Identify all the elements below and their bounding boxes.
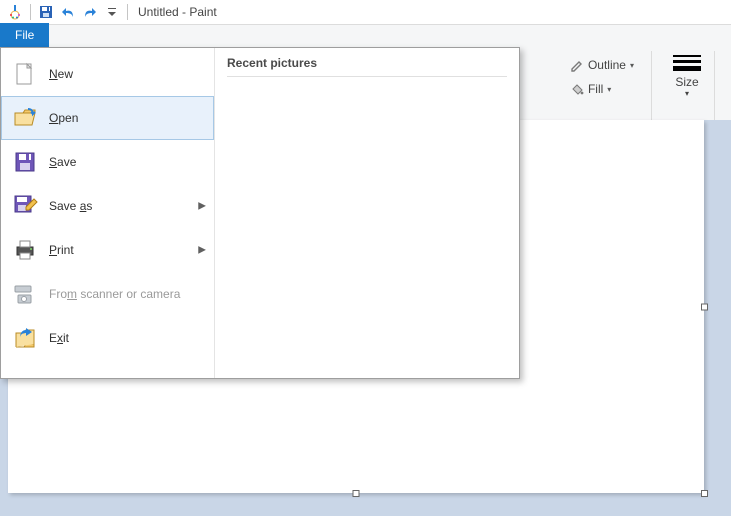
- outline-label: Outline: [588, 58, 626, 72]
- shape-style-group: Outline ▾ Fill ▾: [559, 51, 645, 103]
- ribbon-tab-strip: File: [0, 25, 731, 47]
- scanner-camera-icon: [11, 280, 39, 308]
- size-button[interactable]: Size ▾: [666, 51, 708, 98]
- pencil-outline-icon: [570, 58, 584, 72]
- qat-save-button[interactable]: [38, 4, 54, 20]
- resize-handle-east[interactable]: [701, 303, 708, 310]
- chevron-down-icon: ▾: [685, 89, 689, 98]
- open-folder-icon: [11, 104, 39, 132]
- ribbon-group-divider: [714, 51, 715, 121]
- menu-item-label: Print: [49, 243, 74, 257]
- new-file-icon: [11, 60, 39, 88]
- menu-item-exit[interactable]: Exit: [1, 316, 214, 360]
- resize-handle-southeast[interactable]: [701, 490, 708, 497]
- chevron-down-icon: ▾: [630, 61, 634, 70]
- ribbon-group-divider: [651, 51, 652, 121]
- exit-icon: [11, 324, 39, 352]
- qat-separator: [30, 4, 31, 20]
- outline-button[interactable]: Outline ▾: [565, 55, 639, 75]
- fill-label: Fill: [588, 82, 603, 96]
- menu-item-label: From scanner or camera: [49, 287, 180, 301]
- paint-window: Untitled - Paint File Outline ▾: [0, 0, 731, 516]
- window-title: Untitled - Paint: [138, 0, 217, 24]
- app-icon: [7, 4, 23, 20]
- title-separator: [127, 4, 128, 20]
- menu-item-open[interactable]: Open: [1, 96, 214, 140]
- qat-customize-button[interactable]: [104, 4, 120, 20]
- menu-item-label: Open: [49, 111, 78, 125]
- menu-item-label: Exit: [49, 331, 69, 345]
- fill-button[interactable]: Fill ▾: [565, 79, 639, 99]
- file-menu: New Open Save Save as ▶: [0, 47, 520, 379]
- submenu-arrow-icon: ▶: [198, 201, 206, 212]
- recent-pictures-header: Recent pictures: [227, 56, 507, 77]
- file-tab[interactable]: File: [0, 23, 49, 47]
- save-as-icon: [11, 192, 39, 220]
- menu-item-label: Save: [49, 155, 76, 169]
- bucket-fill-icon: [570, 82, 584, 96]
- qat-undo-button[interactable]: [60, 4, 76, 20]
- chevron-down-icon: ▾: [607, 85, 611, 94]
- menu-item-label: New: [49, 67, 73, 81]
- stroke-weight-icon: [673, 55, 701, 71]
- qat-redo-button[interactable]: [82, 4, 98, 20]
- title-bar: Untitled - Paint: [0, 0, 731, 25]
- menu-item-label: Save as: [49, 199, 92, 213]
- file-menu-items: New Open Save Save as ▶: [1, 48, 215, 378]
- ribbon-visible-controls: Outline ▾ Fill ▾ Size ▾: [559, 51, 721, 121]
- resize-handle-south[interactable]: [353, 490, 360, 497]
- menu-item-save[interactable]: Save: [1, 140, 214, 184]
- menu-item-save-as[interactable]: Save as ▶: [1, 184, 214, 228]
- size-label: Size: [675, 75, 698, 89]
- menu-item-new[interactable]: New: [1, 52, 214, 96]
- menu-item-print[interactable]: Print ▶: [1, 228, 214, 272]
- menu-item-from-scanner: From scanner or camera: [1, 272, 214, 316]
- recent-pictures-panel: Recent pictures: [215, 48, 519, 378]
- submenu-arrow-icon: ▶: [198, 245, 206, 256]
- save-floppy-icon: [11, 148, 39, 176]
- printer-icon: [11, 236, 39, 264]
